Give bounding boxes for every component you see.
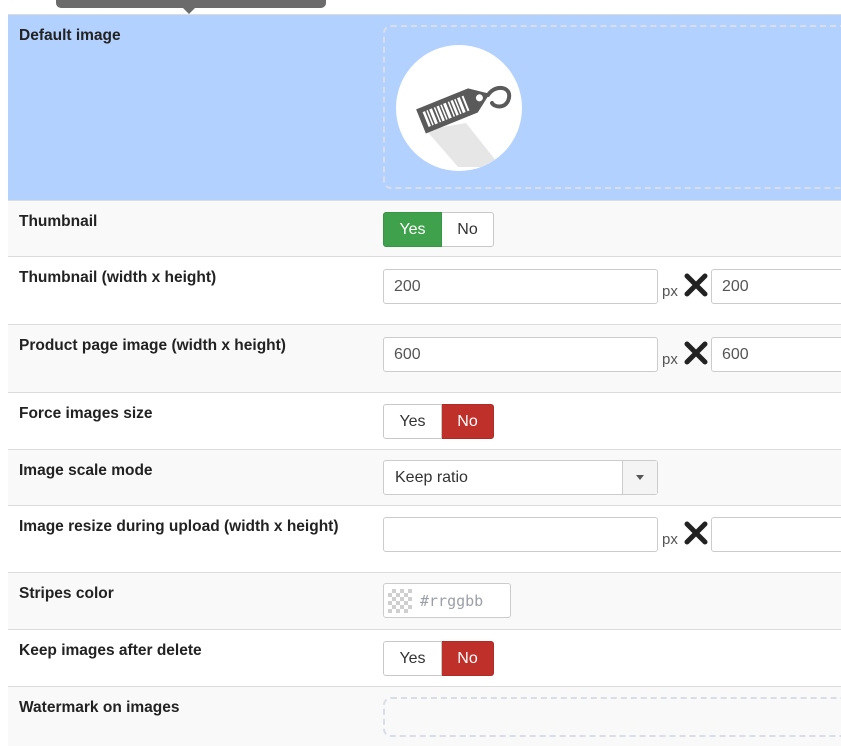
thumbnail-width-input[interactable]: [383, 269, 658, 304]
keep-images-toggle[interactable]: Yes No: [383, 641, 494, 676]
resize-upload-px-unit: px: [662, 531, 678, 548]
row-stripes-color: Stripes color #rrggbb: [8, 572, 841, 629]
caret-down-icon: [636, 475, 644, 480]
thumbnail-height-input[interactable]: [711, 269, 841, 304]
color-swatch-icon: [388, 588, 412, 613]
product-page-height-input[interactable]: [711, 337, 841, 372]
stripes-color-label: Stripes color: [19, 585, 114, 602]
image-scale-mode-label: Image scale mode: [19, 462, 153, 479]
dropdown-toggle[interactable]: [622, 461, 657, 494]
times-icon: [684, 521, 708, 545]
watermark-dropzone[interactable]: [383, 697, 841, 737]
keep-images-yes-button[interactable]: Yes: [383, 641, 442, 676]
force-images-size-label: Force images size: [19, 405, 153, 422]
thumbnail-label: Thumbnail: [19, 213, 98, 230]
stripes-color-picker[interactable]: #rrggbb: [383, 583, 511, 618]
keep-images-label: Keep images after delete: [19, 642, 202, 659]
row-thumbnail: Thumbnail Yes No: [8, 200, 841, 256]
row-product-page-size: Product page image (width x height) px: [8, 324, 841, 392]
product-page-width-input[interactable]: [383, 337, 658, 372]
image-scale-mode-select[interactable]: Keep ratio: [383, 460, 658, 495]
thumbnail-px-unit: px: [662, 283, 678, 300]
row-image-scale-mode: Image scale mode Keep ratio: [8, 449, 841, 505]
keep-images-no-button[interactable]: No: [442, 641, 494, 676]
image-settings-table: Default image Thumbnail Yes No Thumbnail…: [8, 14, 841, 746]
stripes-color-placeholder: #rrggbb: [420, 591, 484, 610]
force-images-size-toggle[interactable]: Yes No: [383, 404, 494, 439]
resize-upload-height-input[interactable]: [711, 517, 841, 552]
product-page-size-label: Product page image (width x height): [19, 337, 286, 354]
thumbnail-no-button[interactable]: No: [442, 212, 494, 247]
times-icon: [684, 341, 708, 365]
price-tag-icon: [396, 45, 522, 171]
watermark-label: Watermark on images: [19, 699, 180, 716]
image-resize-upload-label: Image resize during upload (width x heig…: [19, 518, 339, 535]
force-images-size-yes-button[interactable]: Yes: [383, 404, 442, 439]
thumbnail-size-label: Thumbnail (width x height): [19, 269, 217, 286]
row-default-image: Default image: [8, 14, 841, 200]
force-images-size-no-button[interactable]: No: [442, 404, 494, 439]
default-image-dropzone[interactable]: [383, 25, 841, 189]
product-page-px-unit: px: [662, 351, 678, 368]
thumbnail-toggle[interactable]: Yes No: [383, 212, 494, 247]
row-watermark: Watermark on images: [8, 686, 841, 746]
row-force-images-size: Force images size Yes No: [8, 392, 841, 449]
resize-upload-width-input[interactable]: [383, 517, 658, 552]
row-image-resize-upload: Image resize during upload (width x heig…: [8, 505, 841, 572]
default-image-label: Default image: [19, 27, 121, 44]
times-icon: [684, 273, 708, 297]
row-thumbnail-size: Thumbnail (width x height) px: [8, 256, 841, 324]
image-scale-mode-value: Keep ratio: [395, 468, 468, 486]
thumbnail-yes-button[interactable]: Yes: [383, 212, 442, 247]
row-keep-images: Keep images after delete Yes No: [8, 629, 841, 686]
tooltip-arrow: [182, 7, 196, 14]
